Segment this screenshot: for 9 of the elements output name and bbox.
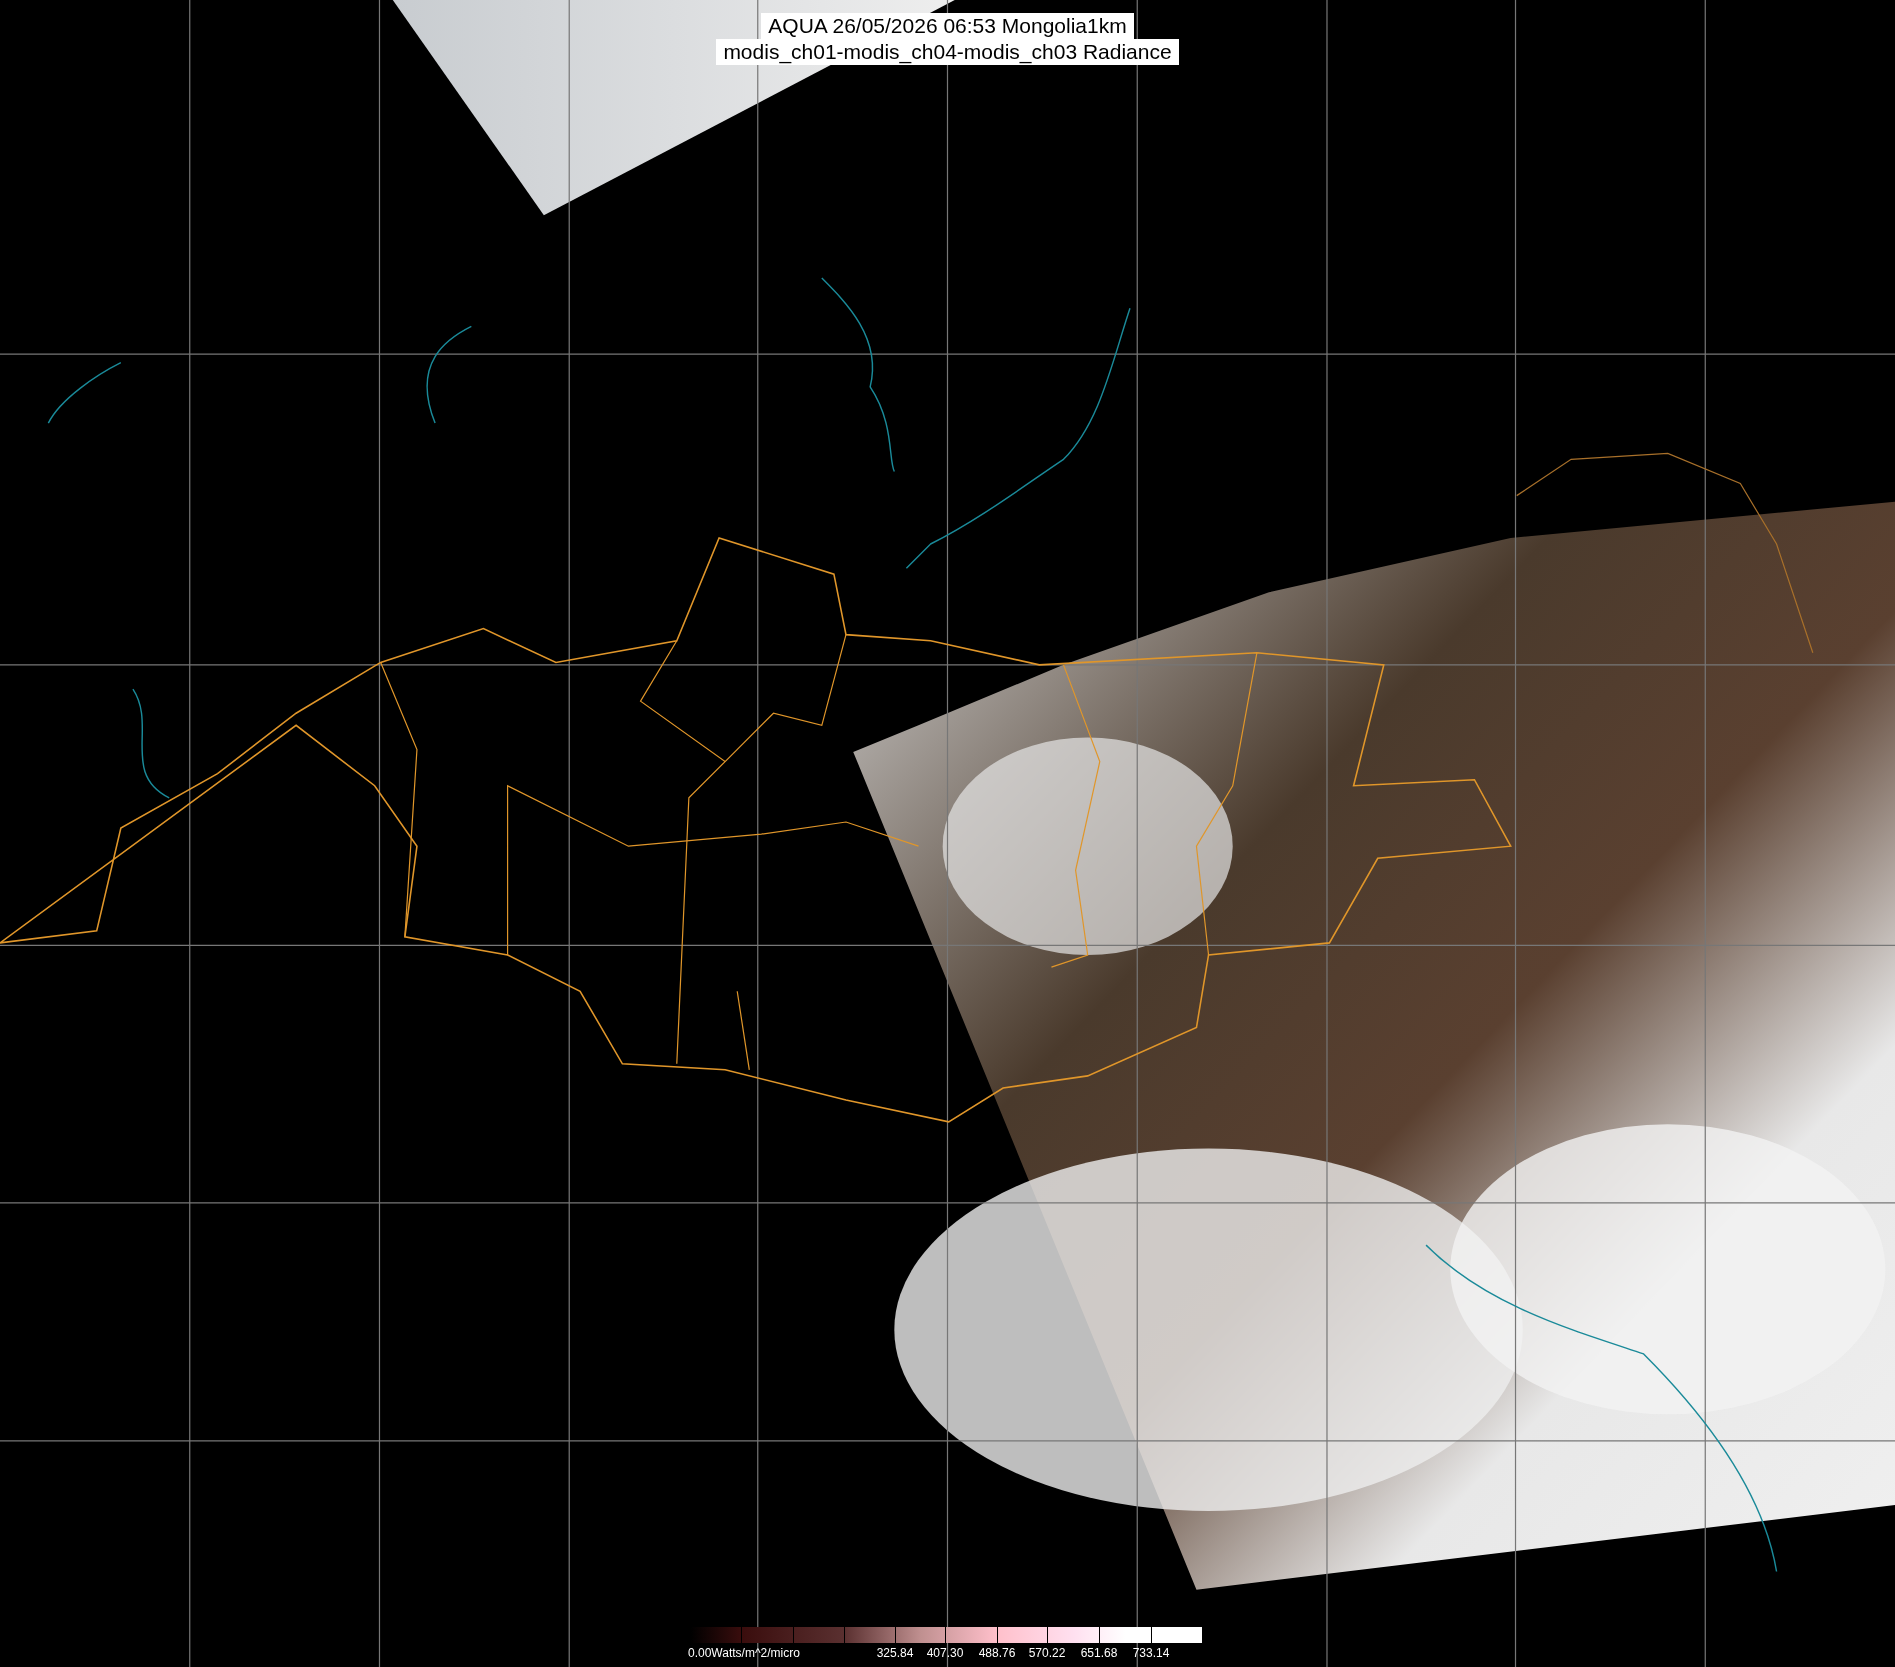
unit-label: 0.00Watts/m^2/micro [688, 1646, 800, 1660]
tick-label: 325.84 [876, 1646, 914, 1660]
tick-label: 651.68 [1080, 1646, 1118, 1660]
map-title: modis_ch01-modis_ch04-modis_ch03 Radiance [716, 39, 1179, 65]
tick-label: 570.22 [1028, 1646, 1066, 1660]
tick-label: 733.14 [1132, 1646, 1170, 1660]
tick-label: 488.76 [978, 1646, 1016, 1660]
map-title: AQUA 26/05/2026 06:53 Mongolia1km [761, 13, 1134, 39]
tick-label: 407.30 [926, 1646, 964, 1660]
